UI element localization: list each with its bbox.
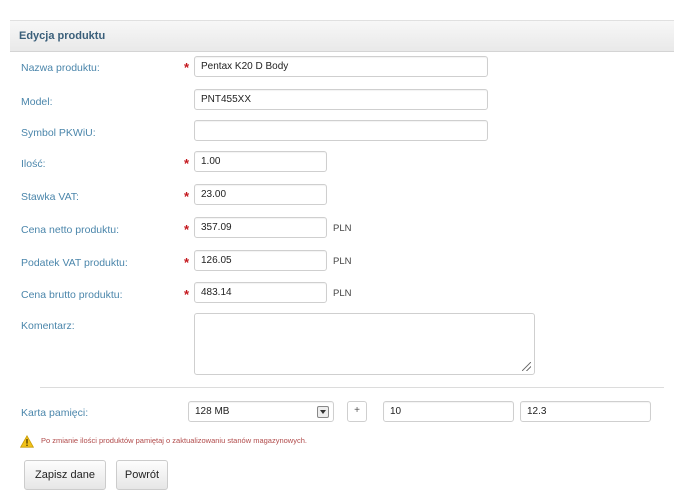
panel-title: Edycja produktu	[19, 30, 106, 42]
model-input[interactable]: PNT455XX	[194, 89, 488, 110]
gross-price-unit: PLN	[333, 288, 352, 299]
pkwiu-label: Symbol PKWiU:	[21, 127, 96, 139]
save-button[interactable]: Zapisz dane	[24, 460, 106, 490]
gross-price-label: Cena brutto produktu:	[21, 289, 123, 301]
pkwiu-input[interactable]	[194, 120, 488, 141]
back-button[interactable]: Powrót	[116, 460, 168, 490]
vat-amount-required-mark: *	[184, 255, 190, 270]
memory-card-label: Karta pamięci:	[21, 407, 89, 419]
vat-amount-input[interactable]: 126.05	[194, 250, 327, 271]
warning-icon	[19, 434, 35, 448]
model-label: Model:	[21, 96, 53, 108]
product-name-input[interactable]: Pentax K20 D Body	[194, 56, 488, 77]
vat-rate-required-mark: *	[184, 189, 190, 204]
operator-field[interactable]: +	[347, 401, 367, 422]
quantity-required-mark: *	[184, 156, 190, 171]
chevron-down-icon[interactable]	[317, 406, 329, 418]
vat-rate-label: Stawka VAT:	[21, 191, 79, 203]
net-price-input[interactable]: 357.09	[194, 217, 327, 238]
net-price-required-mark: *	[184, 222, 190, 237]
net-price-label: Cena netto produktu:	[21, 224, 120, 236]
gross-price-required-mark: *	[184, 287, 190, 302]
gross-price-input[interactable]: 483.14	[194, 282, 327, 303]
name-label: Nazwa produktu:	[21, 62, 100, 74]
comment-label: Komentarz:	[21, 320, 75, 332]
name-required-mark: *	[184, 60, 190, 75]
warning-message: Po zmianie ilości produktów pamiętaj o z…	[41, 436, 307, 445]
memory-card-select[interactable]: 128 MB	[188, 401, 334, 422]
memory-card-amount-input[interactable]: 10	[383, 401, 514, 422]
quantity-label: Ilość:	[21, 158, 46, 170]
panel-header: Edycja produktu	[10, 20, 674, 52]
vat-rate-input[interactable]: 23.00	[194, 184, 327, 205]
vat-amount-label: Podatek VAT produktu:	[21, 257, 128, 269]
quantity-input[interactable]: 1.00	[194, 151, 327, 172]
net-price-unit: PLN	[333, 223, 352, 234]
resize-grip-icon[interactable]	[522, 362, 531, 371]
comment-textarea[interactable]	[194, 313, 535, 375]
section-divider	[40, 387, 664, 388]
memory-card-result-input[interactable]: 12.3	[520, 401, 651, 422]
vat-amount-unit: PLN	[333, 256, 352, 267]
